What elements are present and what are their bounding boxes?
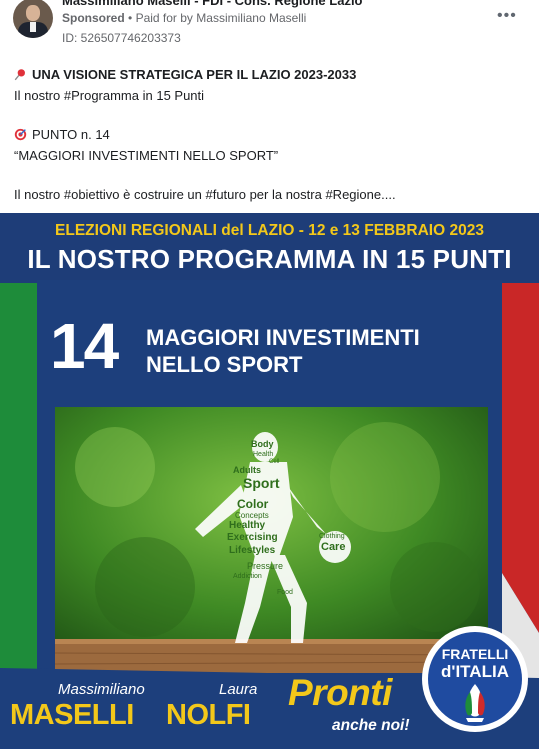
separator-dot: • <box>128 11 136 25</box>
post-header: Massimiliano Maselli - FDI - Cons. Regio… <box>0 0 539 52</box>
slogan-pronti: Pronti <box>288 672 392 713</box>
word-cloud-cell: Cell <box>269 459 280 465</box>
pushpin-icon <box>14 69 25 81</box>
tricolor-flame-icon <box>465 684 485 722</box>
logo-disc: FRATELLI d'ITALIA <box>428 632 522 726</box>
word-cloud-care: Care <box>321 541 346 553</box>
sport-photo: Body Health Cell Adults Sport Color Conc… <box>55 407 488 673</box>
post-line-vision: UNA VISIONE STRATEGICA PER IL LAZIO 2023… <box>14 67 356 82</box>
point-title-1: MAGGIORI INVESTIMENTI <box>146 325 420 350</box>
post-line-sport: “MAGGIORI INVESTIMENTI NELLO SPORT” <box>14 148 279 163</box>
avatar[interactable] <box>13 0 53 38</box>
point-title-2: NELLO SPORT <box>146 352 303 377</box>
point-number: 14 <box>50 310 119 382</box>
avatar-face <box>26 5 40 21</box>
target-icon <box>14 128 27 141</box>
paid-by-name: Massimiliano Maselli <box>196 11 307 25</box>
candidate-2-first-name: Laura <box>219 681 258 698</box>
candidate-1-last-name: MASELLI <box>10 699 134 731</box>
candidate-1-first-name: Massimiliano <box>58 681 145 698</box>
post-line-program: Il nostro #Programma in 15 Punti <box>14 88 205 103</box>
word-cloud-pressure: Pressure <box>247 561 284 571</box>
word-cloud-exercising: Exercising <box>227 532 278 543</box>
word-cloud-adults: Adults <box>233 465 261 475</box>
ad-creative-image[interactable]: ELEZIONI REGIONALI del LAZIO - 12 e 13 F… <box>0 213 539 749</box>
word-cloud-addiction: Addiction <box>233 573 262 580</box>
word-cloud-lifestyles: Lifestyles <box>229 545 276 556</box>
program-line: IL NOSTRO PROGRAMMA IN 15 PUNTI <box>27 244 512 274</box>
candidate-2-last-name: NOLFI <box>166 699 251 731</box>
slogan-anche-noi: anche noi! <box>332 717 410 734</box>
word-cloud-color: Color <box>237 497 269 511</box>
paid-by-prefix: Paid for by <box>135 11 193 25</box>
word-cloud-concepts: Concepts <box>235 511 269 520</box>
word-cloud-healthy: Healthy <box>229 520 266 531</box>
elections-line: ELEZIONI REGIONALI del LAZIO - 12 e 13 F… <box>55 222 484 239</box>
post-line-vision-text: UNA VISIONE STRATEGICA PER IL LAZIO 2023… <box>32 67 357 82</box>
word-cloud-body: Body <box>251 439 274 449</box>
fratelli-ditalia-logo: FRATELLI d'ITALIA <box>422 626 528 732</box>
word-cloud-health: Health <box>253 451 274 458</box>
word-cloud-food: Food <box>277 589 293 596</box>
post-line-point-text: PUNTO n. 14 <box>32 127 110 142</box>
post-line-objective[interactable]: Il nostro #obiettivo è costruire un #fut… <box>14 187 396 202</box>
avatar-shirt <box>30 22 36 32</box>
more-options-icon[interactable]: ••• <box>497 8 517 24</box>
word-cloud-sport: Sport <box>243 475 280 491</box>
word-cloud-clothing: Clothing <box>319 533 345 540</box>
sponsored-line: Sponsored • Paid for by Massimiliano Mas… <box>62 11 306 25</box>
ad-id: ID: 526507746203373 <box>62 31 181 45</box>
page-name[interactable]: Massimiliano Maselli - FDI - Cons. Regio… <box>62 0 363 8</box>
post-line-point: PUNTO n. 14 <box>14 127 110 142</box>
sponsored-label: Sponsored <box>62 11 125 25</box>
